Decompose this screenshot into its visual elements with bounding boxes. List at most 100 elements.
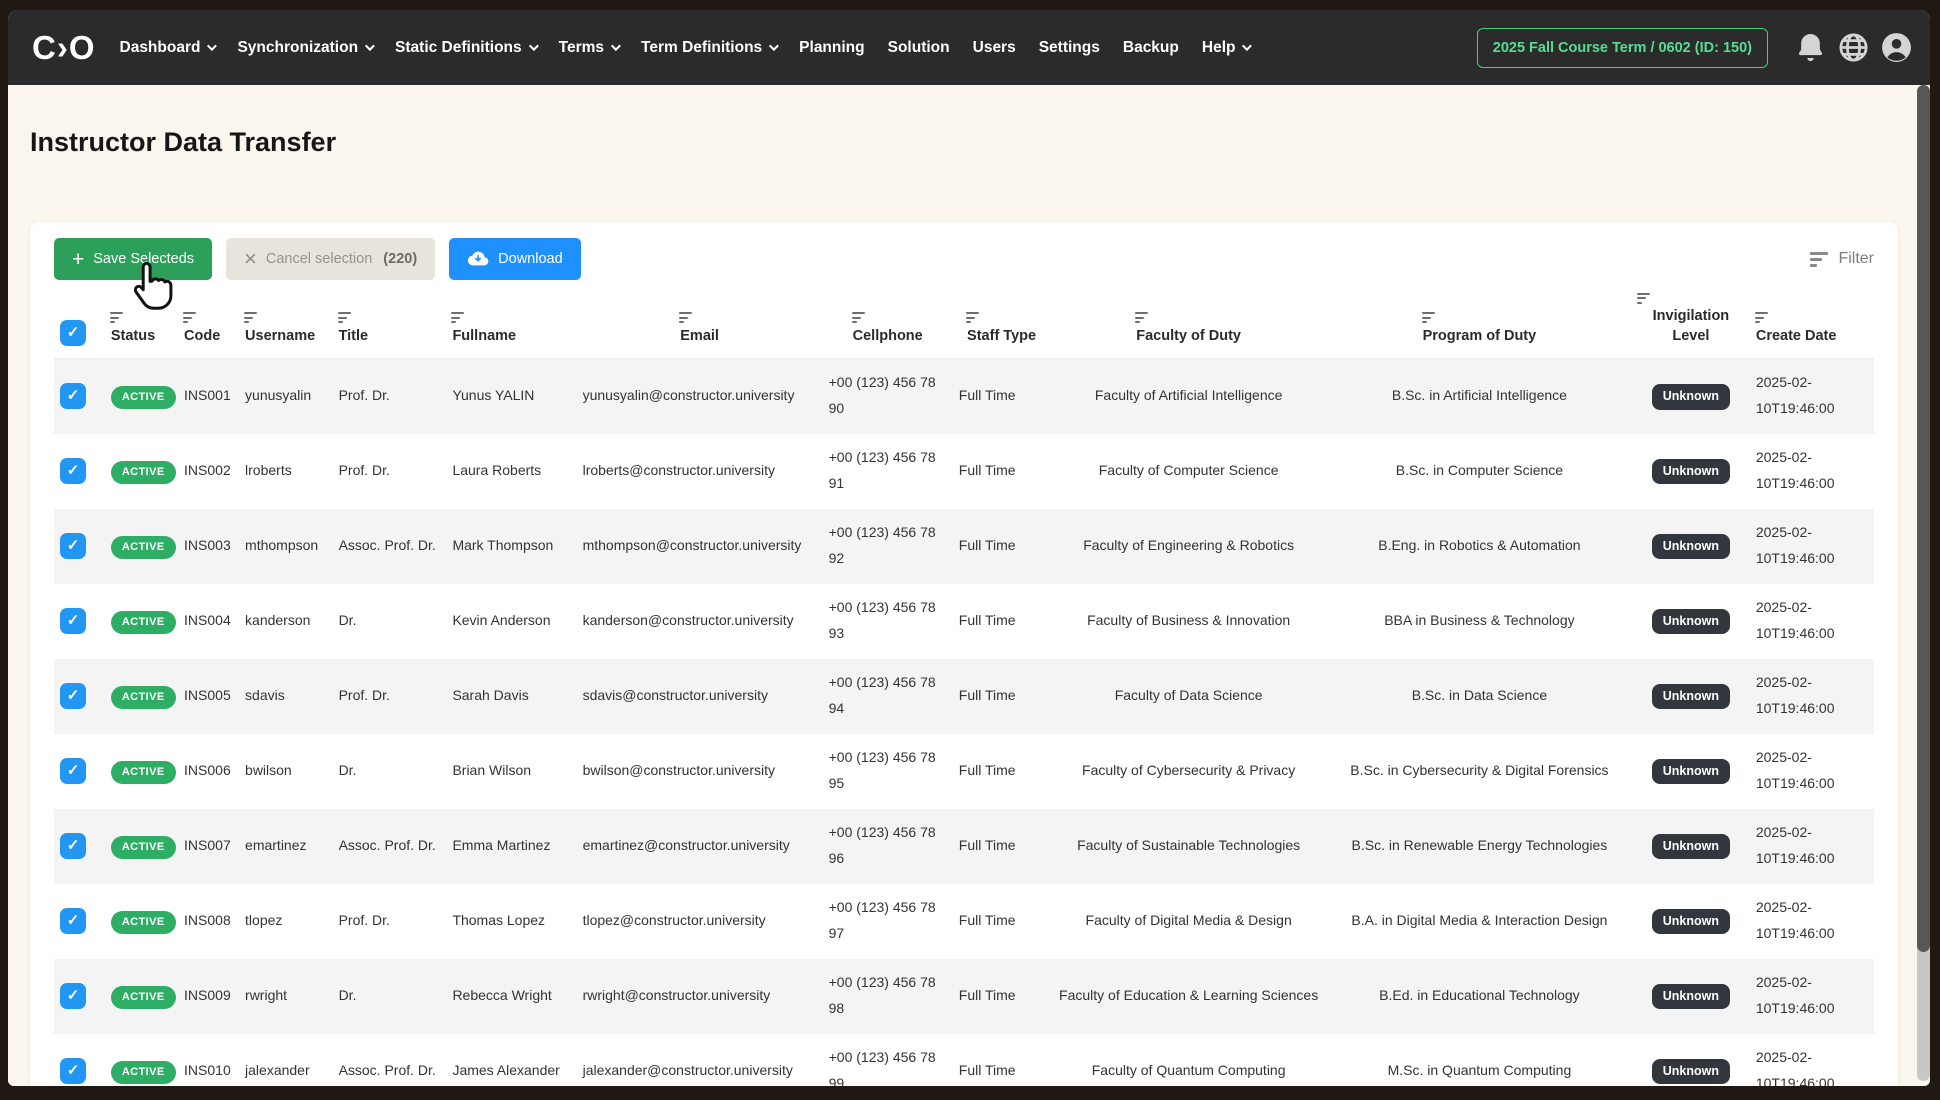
row-checkbox[interactable] xyxy=(60,758,86,784)
title-cell: Prof. Dr. xyxy=(333,659,447,734)
fullname-cell: James Alexander xyxy=(446,1034,576,1086)
invigilation-cell: Unknown xyxy=(1632,359,1750,434)
row-checkbox[interactable] xyxy=(60,983,86,1009)
column-header[interactable]: Email xyxy=(577,286,823,359)
app-logo: C›O xyxy=(32,29,96,67)
nav-menu-item[interactable]: Dashboard xyxy=(120,39,215,57)
column-header[interactable]: Code xyxy=(178,286,239,359)
username-cell: tlopez xyxy=(239,884,333,959)
term-selector-button[interactable]: 2025 Fall Course Term / 0602 (ID: 150) xyxy=(1477,28,1768,68)
email-cell: rwright@constructor.university xyxy=(577,959,823,1034)
check-icon xyxy=(67,908,80,934)
nav-menu-item[interactable]: Terms xyxy=(559,39,618,57)
column-filter-icon[interactable] xyxy=(244,310,257,326)
save-selecteds-button[interactable]: Save Selecteds xyxy=(54,238,212,280)
check-icon xyxy=(67,383,80,409)
column-header[interactable]: Invigilation Level xyxy=(1632,286,1750,359)
nav-menu-item[interactable]: Static Definitions xyxy=(395,39,536,57)
status-badge: ACTIVE xyxy=(111,686,176,709)
column-filter-icon[interactable] xyxy=(1135,310,1148,326)
nav-menu-item[interactable]: Settings xyxy=(1039,39,1100,57)
nav-item-label: Users xyxy=(973,39,1016,57)
save-selecteds-label: Save Selecteds xyxy=(93,251,194,267)
column-header[interactable]: Staff Type xyxy=(953,286,1051,359)
cellphone-cell: +00 (123) 456 78 98 xyxy=(823,959,953,1034)
column-header[interactable]: Status xyxy=(105,286,178,359)
nav-menu-item[interactable]: Planning xyxy=(799,39,864,57)
status-cell: ACTIVE xyxy=(105,509,178,584)
status-cell: ACTIVE xyxy=(105,884,178,959)
column-header[interactable]: Title xyxy=(333,286,447,359)
row-checkbox[interactable] xyxy=(60,608,86,634)
column-filter-icon[interactable] xyxy=(451,310,464,326)
column-filter-icon[interactable] xyxy=(1422,310,1435,326)
column-label: Invigilation Level xyxy=(1653,308,1730,344)
download-button[interactable]: Download xyxy=(449,238,581,280)
column-filter-icon[interactable] xyxy=(183,310,196,326)
column-header[interactable]: Cellphone xyxy=(823,286,953,359)
row-checkbox[interactable] xyxy=(60,833,86,859)
user-profile-icon[interactable] xyxy=(1878,30,1914,66)
table-body: ACTIVE INS001 yunusyalin Prof. Dr. Yunus… xyxy=(54,359,1874,1086)
notification-bell-icon[interactable] xyxy=(1792,30,1828,66)
cellphone-cell: +00 (123) 456 78 91 xyxy=(823,434,953,509)
row-checkbox[interactable] xyxy=(60,383,86,409)
vertical-scrollbar-track[interactable] xyxy=(1917,85,1930,1081)
row-checkbox[interactable] xyxy=(60,1058,86,1084)
status-badge: ACTIVE xyxy=(111,1061,176,1084)
nav-menu-item[interactable]: Term Definitions xyxy=(641,39,776,57)
row-checkbox[interactable] xyxy=(60,683,86,709)
nav-menu-item[interactable]: Synchronization xyxy=(237,39,372,57)
row-select-cell xyxy=(54,659,105,734)
globe-language-icon[interactable] xyxy=(1835,30,1871,66)
row-checkbox[interactable] xyxy=(60,533,86,559)
column-filter-icon[interactable] xyxy=(338,310,351,326)
nav-item-label: Synchronization xyxy=(237,39,358,57)
create-date-cell: 2025-02-10T19:46:00 xyxy=(1750,1034,1874,1086)
chevron-down-icon xyxy=(611,41,621,51)
column-filter-icon[interactable] xyxy=(852,310,865,326)
column-header[interactable]: Faculty of Duty xyxy=(1050,286,1327,359)
username-cell: bwilson xyxy=(239,734,333,809)
row-checkbox[interactable] xyxy=(60,458,86,484)
column-header[interactable]: Username xyxy=(239,286,333,359)
email-cell: kanderson@constructor.university xyxy=(577,584,823,659)
username-cell: rwright xyxy=(239,959,333,1034)
table-row: ACTIVE INS006 bwilson Dr. Brian Wilson b… xyxy=(54,734,1874,809)
invigilation-badge: Unknown xyxy=(1652,684,1730,710)
cellphone-cell: +00 (123) 456 78 97 xyxy=(823,884,953,959)
nav-item-label: Backup xyxy=(1123,39,1179,57)
fullname-cell: Kevin Anderson xyxy=(446,584,576,659)
cancel-selection-button[interactable]: Cancel selection (220) xyxy=(226,238,435,280)
code-cell: INS007 xyxy=(178,809,239,884)
check-icon xyxy=(67,758,80,784)
staff-type-cell: Full Time xyxy=(953,584,1051,659)
column-header[interactable]: Program of Duty xyxy=(1327,286,1632,359)
staff-type-cell: Full Time xyxy=(953,359,1051,434)
row-select-cell xyxy=(54,509,105,584)
nav-menu-item[interactable]: Help xyxy=(1202,39,1250,57)
row-select-cell xyxy=(54,1034,105,1086)
filter-button[interactable]: Filter xyxy=(1810,249,1874,270)
select-all-checkbox[interactable] xyxy=(60,320,86,346)
column-header[interactable]: Fullname xyxy=(446,286,576,359)
nav-menu-item[interactable]: Backup xyxy=(1123,39,1179,57)
title-cell: Dr. xyxy=(333,734,447,809)
column-header[interactable]: Create Date xyxy=(1750,286,1874,359)
check-icon xyxy=(67,833,80,859)
row-checkbox[interactable] xyxy=(60,908,86,934)
column-filter-icon[interactable] xyxy=(1755,310,1768,326)
page-title: Instructor Data Transfer xyxy=(30,127,1930,158)
column-filter-icon[interactable] xyxy=(1637,290,1650,306)
staff-type-cell: Full Time xyxy=(953,659,1051,734)
column-filter-icon[interactable] xyxy=(110,310,123,326)
invigilation-badge: Unknown xyxy=(1652,834,1730,860)
column-label: Fullname xyxy=(452,328,516,344)
nav-menu-item[interactable]: Users xyxy=(973,39,1016,57)
vertical-scrollbar-thumb[interactable] xyxy=(1917,85,1930,952)
nav-menu-item[interactable]: Solution xyxy=(888,39,950,57)
email-cell: sdavis@constructor.university xyxy=(577,659,823,734)
download-label: Download xyxy=(498,251,563,267)
column-filter-icon[interactable] xyxy=(679,310,692,326)
column-filter-icon[interactable] xyxy=(966,310,979,326)
